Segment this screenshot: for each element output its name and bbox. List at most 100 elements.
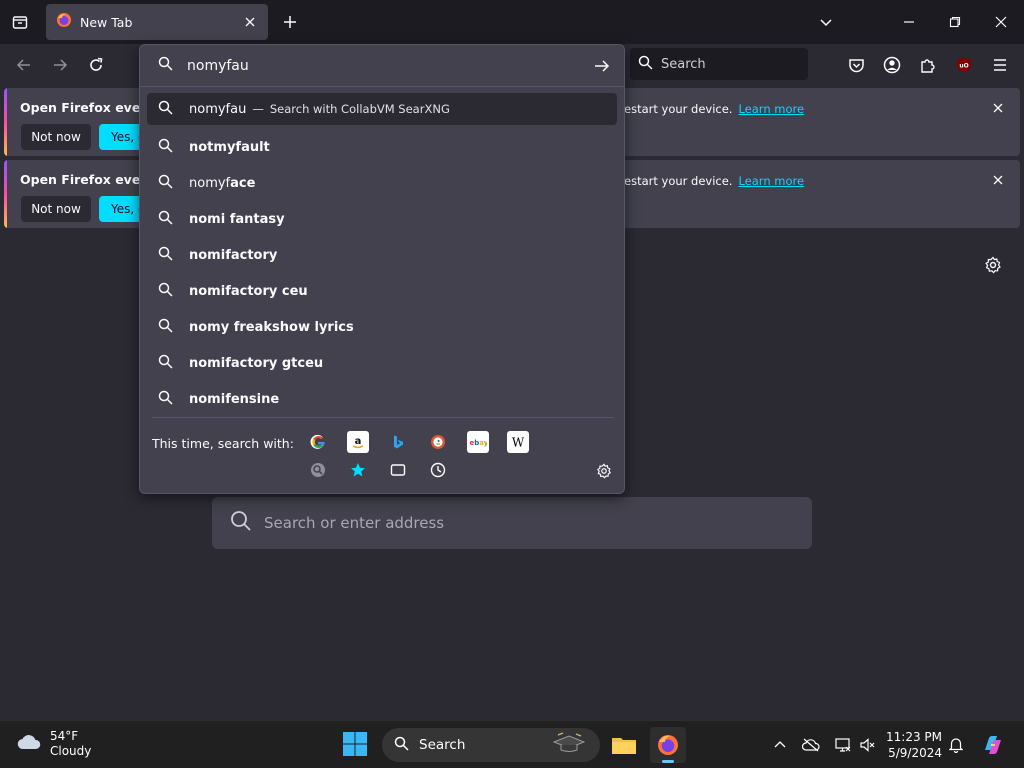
notification-text: estart your device. bbox=[624, 102, 733, 116]
tab-new-tab[interactable]: New Tab bbox=[46, 4, 268, 40]
taskbar-search[interactable]: Search bbox=[382, 728, 600, 762]
copilot-icon[interactable] bbox=[980, 732, 1006, 758]
taskbar-search-label: Search bbox=[419, 737, 466, 753]
suggestion-text: nomifensine bbox=[189, 391, 280, 407]
tab-close-icon[interactable] bbox=[242, 14, 258, 30]
toolbar-search-box[interactable]: Search bbox=[630, 48, 808, 80]
not-now-button[interactable]: Not now bbox=[21, 196, 91, 222]
back-arrow-icon[interactable] bbox=[12, 53, 36, 77]
search-icon bbox=[394, 736, 409, 755]
duckduckgo-engine-icon[interactable] bbox=[427, 431, 449, 453]
search-icon bbox=[158, 210, 173, 229]
svg-text:a: a bbox=[355, 436, 362, 447]
pocket-icon[interactable] bbox=[844, 53, 868, 77]
tab-list-icon[interactable] bbox=[8, 10, 32, 34]
search-icon bbox=[158, 138, 173, 157]
notification-text: estart your device. bbox=[624, 174, 733, 188]
ebay-engine-icon[interactable]: ebay bbox=[467, 431, 489, 453]
minimize-icon[interactable] bbox=[894, 8, 924, 36]
google-engine-icon[interactable] bbox=[307, 431, 329, 453]
firefox-taskbar-icon[interactable] bbox=[650, 727, 686, 763]
search-icon bbox=[158, 354, 173, 373]
weather-widget[interactable]: 54°F Cloudy bbox=[16, 729, 91, 759]
search-icon bbox=[158, 390, 173, 409]
suggestion-list: nomyfau — Search with CollabVM SearXNG n… bbox=[147, 93, 617, 417]
bing-engine-icon[interactable] bbox=[387, 431, 409, 453]
new-tab-plus-icon[interactable] bbox=[278, 10, 302, 34]
not-now-button[interactable]: Not now bbox=[21, 124, 91, 150]
result-action-text: Search with CollabVM SearXNG bbox=[269, 102, 450, 116]
tabs-icon[interactable] bbox=[387, 459, 409, 481]
search-with-engine-row[interactable]: nomyfau — Search with CollabVM SearXNG bbox=[147, 93, 617, 125]
svg-text:W: W bbox=[512, 436, 525, 450]
result-separator: — bbox=[252, 102, 264, 116]
svg-text:ebay: ebay bbox=[470, 439, 488, 447]
restore-icon[interactable] bbox=[940, 8, 970, 36]
suggestion-text: nomifactory bbox=[189, 247, 278, 263]
address-bar-dropdown: nomyfau — Search with CollabVM SearXNG n… bbox=[139, 44, 625, 494]
close-window-icon[interactable] bbox=[986, 8, 1016, 36]
page-search-placeholder: Search or enter address bbox=[264, 514, 445, 532]
suggestion-text: nomi fantasy bbox=[189, 211, 285, 227]
search-icon bbox=[158, 318, 173, 337]
list-item[interactable]: nomifactory ceu bbox=[147, 273, 617, 309]
cloud-icon bbox=[16, 732, 42, 756]
firefox-tab-icon bbox=[56, 12, 72, 32]
search-icon bbox=[158, 282, 173, 301]
start-windows-icon[interactable] bbox=[342, 731, 370, 759]
search-icon bbox=[638, 55, 653, 74]
volume-muted-icon[interactable] bbox=[858, 735, 878, 755]
search-icon bbox=[230, 510, 252, 536]
list-item[interactable]: nomi fantasy bbox=[147, 201, 617, 237]
tab-strip: New Tab bbox=[0, 0, 1024, 44]
reload-icon[interactable] bbox=[84, 53, 108, 77]
ublock-origin-icon[interactable]: uO bbox=[952, 53, 976, 77]
search-icon bbox=[158, 56, 173, 75]
taskbar: 54°F Cloudy Search 11:23 PM 5/9/2024 bbox=[0, 720, 1024, 768]
onedrive-offline-icon[interactable] bbox=[801, 735, 821, 755]
search-settings-gear-icon[interactable] bbox=[594, 461, 614, 481]
network-icon[interactable] bbox=[833, 735, 853, 755]
suggestion-text: ace bbox=[230, 175, 256, 191]
list-all-tabs-chevron-icon[interactable] bbox=[811, 8, 841, 36]
extensions-puzzle-icon[interactable] bbox=[916, 53, 940, 77]
search-icon bbox=[158, 246, 173, 265]
search-icon bbox=[158, 100, 173, 119]
forward-arrow-icon[interactable] bbox=[48, 53, 72, 77]
list-item[interactable]: nomifactory bbox=[147, 237, 617, 273]
suggestion-text: nomifactory gtceu bbox=[189, 355, 324, 371]
weather-temp: 54°F bbox=[50, 729, 79, 743]
suggestion-text: nomifactory ceu bbox=[189, 283, 308, 299]
tab-title: New Tab bbox=[80, 14, 133, 30]
address-bar[interactable] bbox=[140, 45, 624, 87]
list-item[interactable]: nomy freakshow lyrics bbox=[147, 309, 617, 345]
searxng-engine-icon[interactable] bbox=[307, 459, 329, 481]
hamburger-menu-icon[interactable] bbox=[988, 53, 1012, 77]
learn-more-link[interactable]: Learn more bbox=[738, 174, 804, 188]
account-icon[interactable] bbox=[880, 53, 904, 77]
graduation-cap-icon bbox=[552, 732, 586, 758]
page-settings-gear-icon[interactable] bbox=[982, 254, 1004, 276]
address-input[interactable] bbox=[187, 57, 567, 74]
bookmarks-star-icon[interactable] bbox=[347, 459, 369, 481]
wikipedia-engine-icon[interactable]: W bbox=[507, 431, 529, 453]
go-arrow-icon[interactable] bbox=[592, 56, 612, 76]
file-explorer-icon[interactable] bbox=[606, 727, 642, 763]
list-item[interactable]: nomifactory gtceu bbox=[147, 345, 617, 381]
search-engines-label: This time, search with: bbox=[152, 436, 294, 451]
suggestion-prefix: nomyf bbox=[189, 175, 231, 191]
page-search-box[interactable]: Search or enter address bbox=[212, 497, 812, 549]
system-clock[interactable]: 11:23 PM 5/9/2024 bbox=[884, 729, 942, 761]
notification-bell-icon[interactable] bbox=[946, 735, 966, 755]
learn-more-link[interactable]: Learn more bbox=[738, 102, 804, 116]
list-item[interactable]: nomyface bbox=[147, 165, 617, 201]
suggestion-text: notmyfault bbox=[189, 139, 270, 155]
history-clock-icon[interactable] bbox=[427, 459, 449, 481]
list-item[interactable]: notmyfault bbox=[147, 129, 617, 165]
amazon-engine-icon[interactable]: a bbox=[347, 431, 369, 453]
notification-close-icon[interactable] bbox=[990, 100, 1006, 116]
notification-close-icon[interactable] bbox=[990, 172, 1006, 188]
tray-chevron-up-icon[interactable] bbox=[770, 735, 790, 755]
list-item[interactable]: nomifensine bbox=[147, 381, 617, 417]
search-icon bbox=[158, 174, 173, 193]
